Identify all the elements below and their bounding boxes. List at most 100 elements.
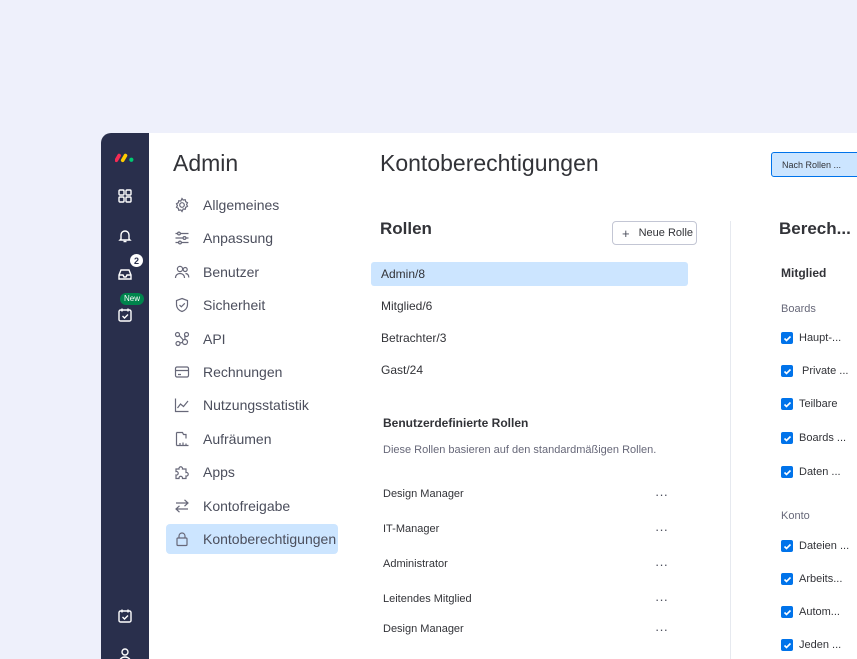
permission-checkbox[interactable]: Autom... bbox=[781, 605, 840, 619]
custom-role-row[interactable]: Design Manager ··· bbox=[383, 619, 668, 639]
nav-label: Aufräumen bbox=[203, 430, 272, 447]
permission-label: Autom... bbox=[799, 606, 840, 618]
checkbox-checked-icon bbox=[781, 466, 793, 478]
permission-checkbox[interactable]: Private ... bbox=[781, 364, 848, 378]
nav-item-kontoberechtigungen[interactable]: Kontoberechtigungen bbox=[166, 523, 338, 554]
monday-logo-icon[interactable] bbox=[115, 147, 135, 167]
transfer-arrows-icon bbox=[174, 498, 190, 514]
grid-apps-icon[interactable] bbox=[115, 186, 135, 206]
permission-label: Teilbare bbox=[799, 398, 838, 410]
role-row-gast[interactable]: Gast/24 bbox=[371, 358, 688, 382]
new-role-button[interactable]: + Neue Rolle bbox=[612, 221, 697, 245]
inbox-count-badge: 2 bbox=[130, 254, 143, 267]
custom-role-label: Design Manager bbox=[383, 623, 464, 635]
nav-item-api[interactable]: API bbox=[166, 324, 338, 354]
left-rail: 2 New bbox=[101, 133, 149, 659]
more-options-icon[interactable]: ··· bbox=[655, 592, 668, 607]
permission-checkbox[interactable]: Jeden ... bbox=[781, 638, 841, 652]
checkbox-checked-icon bbox=[781, 398, 793, 410]
checkbox-checked-icon bbox=[781, 639, 793, 651]
more-options-icon[interactable]: ··· bbox=[655, 557, 668, 572]
bell-icon[interactable] bbox=[115, 226, 135, 246]
more-options-icon[interactable]: ··· bbox=[655, 622, 668, 637]
api-icon bbox=[174, 331, 190, 347]
custom-role-row[interactable]: Leitendes Mitglied ··· bbox=[383, 589, 668, 609]
credit-card-icon bbox=[174, 364, 190, 380]
lock-icon bbox=[174, 531, 190, 547]
custom-roles-description: Diese Rollen basieren auf den standardmä… bbox=[383, 444, 657, 456]
puzzle-icon bbox=[174, 464, 190, 480]
nav-label: Rechnungen bbox=[203, 363, 283, 380]
permission-checkbox[interactable]: Arbeits... bbox=[781, 572, 842, 586]
new-badge: New bbox=[120, 293, 145, 305]
more-options-icon[interactable]: ··· bbox=[655, 522, 668, 537]
permission-checkbox[interactable]: Haupt-... bbox=[781, 331, 841, 345]
nav-item-allgemeines[interactable]: Allgemeines bbox=[166, 190, 338, 220]
custom-role-row[interactable]: Design Manager ··· bbox=[383, 484, 668, 504]
permission-checkbox[interactable]: Daten ... bbox=[781, 465, 841, 479]
custom-role-row[interactable]: Administrator ··· bbox=[383, 554, 668, 574]
more-options-icon[interactable]: ··· bbox=[655, 487, 668, 502]
permission-label: Boards ... bbox=[799, 432, 847, 444]
custom-role-label: Design Manager bbox=[383, 488, 464, 500]
permission-checkbox[interactable]: Boards ... bbox=[781, 431, 846, 445]
sort-by-roles-button[interactable]: Nach Rollen ... bbox=[771, 152, 857, 177]
checkbox-checked-icon bbox=[781, 365, 793, 377]
boards-section-label: Boards bbox=[781, 303, 816, 315]
nav-label: Kontofreigabe bbox=[203, 497, 291, 514]
role-row-mitglied[interactable]: Mitglied/6 bbox=[371, 294, 688, 318]
nav-label: Benutzer bbox=[203, 263, 260, 280]
admin-nav: Allgemeines Anpassung Benutzer Sicherhei… bbox=[166, 190, 338, 557]
permission-checkbox[interactable]: Teilbare bbox=[781, 397, 838, 411]
admin-title: Admin bbox=[173, 150, 239, 176]
checkbox-checked-icon bbox=[781, 432, 793, 444]
broom-icon bbox=[174, 431, 190, 447]
gear-icon bbox=[174, 197, 190, 213]
plus-icon: + bbox=[622, 225, 630, 241]
permission-label: Private ... bbox=[802, 365, 849, 377]
nav-item-nutzungsstatistik[interactable]: Nutzungsstatistik bbox=[166, 390, 338, 420]
nav-item-sicherheit[interactable]: Sicherheit bbox=[166, 290, 338, 320]
custom-role-row[interactable]: IT-Manager ··· bbox=[383, 519, 668, 539]
nav-item-anpassung[interactable]: Anpassung bbox=[166, 223, 338, 253]
chart-line-icon bbox=[174, 397, 190, 413]
nav-label: Sicherheit bbox=[203, 297, 266, 314]
checkbox-checked-icon bbox=[781, 606, 793, 618]
custom-role-label: Leitendes Mitglied bbox=[383, 593, 472, 605]
app-window: 2 New Admin Allgemeines Anpassung Benutz… bbox=[101, 133, 857, 659]
checkbox-checked-icon bbox=[781, 332, 793, 344]
nav-item-benutzer[interactable]: Benutzer bbox=[166, 257, 338, 287]
permissions-role-name: Mitglied bbox=[781, 266, 827, 280]
permission-label: Haupt-... bbox=[799, 332, 842, 344]
my-work-calendar-icon[interactable] bbox=[115, 305, 135, 325]
nav-item-apps[interactable]: Apps bbox=[166, 457, 338, 487]
permission-label: Daten ... bbox=[799, 466, 841, 478]
permission-label: Jeden ... bbox=[799, 639, 842, 651]
role-row-admin[interactable]: Admin/8 bbox=[371, 262, 688, 286]
konto-section-label: Konto bbox=[781, 510, 810, 522]
permissions-heading: Berech... bbox=[779, 219, 851, 238]
shield-icon bbox=[174, 297, 190, 313]
user-avatar-icon[interactable] bbox=[115, 645, 135, 659]
nav-label: Apps bbox=[203, 464, 235, 481]
permission-checkbox[interactable]: Dateien ... bbox=[781, 539, 849, 553]
column-divider bbox=[730, 221, 731, 659]
users-icon bbox=[174, 264, 190, 280]
nav-label: Nutzungsstatistik bbox=[203, 397, 309, 414]
role-row-betrachter[interactable]: Betrachter/3 bbox=[371, 326, 688, 350]
checkbox-checked-icon bbox=[781, 540, 793, 552]
permission-label: Arbeits... bbox=[799, 573, 843, 585]
custom-roles-heading: Benutzerdefinierte Rollen bbox=[383, 416, 529, 430]
page-title: Kontoberechtigungen bbox=[380, 150, 599, 176]
permission-label: Dateien ... bbox=[799, 540, 850, 552]
nav-label: Allgemeines bbox=[203, 197, 280, 213]
new-role-label: Neue Rolle bbox=[638, 227, 694, 239]
roles-heading: Rollen bbox=[380, 219, 432, 238]
custom-role-label: Administrator bbox=[383, 558, 448, 570]
inbox-icon[interactable] bbox=[115, 264, 135, 284]
nav-item-kontofreigabe[interactable]: Kontofreigabe bbox=[166, 491, 338, 521]
calendar-check-icon[interactable] bbox=[115, 606, 135, 626]
nav-item-rechnungen[interactable]: Rechnungen bbox=[166, 357, 338, 387]
nav-item-aufraeumen[interactable]: Aufräumen bbox=[166, 424, 338, 454]
custom-role-label: IT-Manager bbox=[383, 523, 440, 535]
